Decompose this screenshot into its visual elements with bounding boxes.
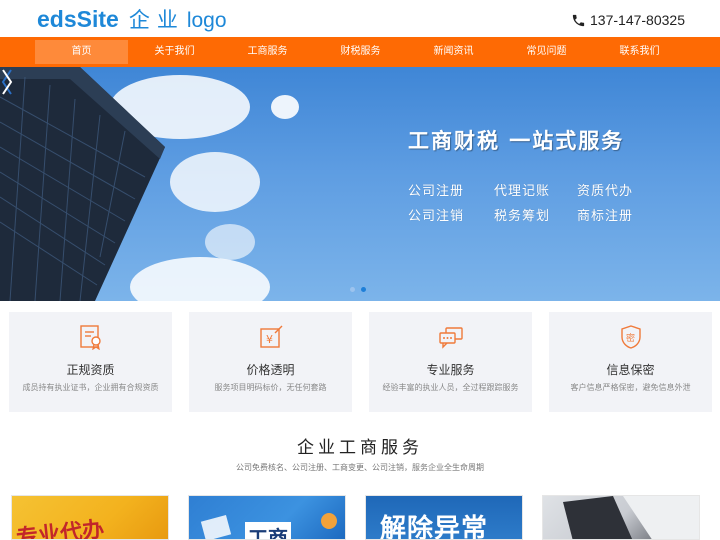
thumbnail-text: 工商 bbox=[245, 522, 291, 539]
feature-card[interactable]: 专业服务 经验丰富的执业人员，全过程跟踪服务 bbox=[369, 312, 532, 412]
svg-text:¥: ¥ bbox=[266, 333, 273, 346]
banner-item: 商标注册 bbox=[577, 209, 634, 224]
nav-item-tax[interactable]: 财税服务 bbox=[314, 40, 407, 64]
service-thumbnail[interactable]: 工商 bbox=[188, 495, 346, 540]
hero-banner: 工商财税 一站式服务 公司注册 代理记账 资质代办 公司注销 税务筹划 商标注册 bbox=[0, 67, 720, 301]
feature-title: 信息保密 bbox=[606, 363, 655, 377]
feature-desc: 经验丰富的执业人员，全过程跟踪服务 bbox=[382, 383, 519, 392]
thumbnail-text: 解除异常 bbox=[380, 514, 489, 540]
certificate-icon bbox=[80, 325, 101, 350]
logo-cn-text: 企业 bbox=[128, 8, 185, 32]
phone-icon bbox=[572, 14, 585, 26]
service-thumbnail[interactable] bbox=[542, 495, 700, 540]
banner-item: 资质代办 bbox=[577, 184, 634, 199]
main-nav: 首页 关于我们 工商服务 财税服务 新闻资讯 常见问题 联系我们 bbox=[0, 37, 720, 67]
phone-contact: 137-147-80325 bbox=[571, 12, 685, 28]
banner-title: 工商财税 一站式服务 bbox=[408, 129, 625, 153]
chevron-right-icon[interactable] bbox=[0, 67, 14, 97]
chat-service-icon bbox=[439, 327, 463, 349]
banner-item: 代理记账 bbox=[494, 184, 551, 199]
feature-cards: 正规资质 成员持有执业证书，企业拥有合规资质 ¥ 价格透明 服务项目明码标价，无… bbox=[9, 312, 712, 412]
phone-number: 137-147-80325 bbox=[590, 12, 685, 28]
banner-item: 公司注销 bbox=[408, 209, 465, 224]
service-thumbnail[interactable]: 专业代办 bbox=[11, 495, 169, 540]
logo-en-text: logo bbox=[186, 9, 227, 32]
feature-desc: 客户信息严格保密，避免信息外泄 bbox=[570, 383, 691, 392]
nav-item-business[interactable]: 工商服务 bbox=[221, 40, 314, 64]
feature-desc: 成员持有执业证书，企业拥有合规资质 bbox=[22, 383, 159, 392]
section-subtitle: 公司免费核名、公司注册、工商变更、公司注销，服务企业全生命周期 bbox=[236, 463, 484, 472]
shield-lock-icon: 密 bbox=[621, 325, 641, 349]
feature-card[interactable]: 正规资质 成员持有执业证书，企业拥有合规资质 bbox=[9, 312, 172, 412]
nav-item-contact[interactable]: 联系我们 bbox=[593, 40, 686, 64]
carousel-dots bbox=[350, 287, 366, 292]
feature-card[interactable]: ¥ 价格透明 服务项目明码标价，无任何套路 bbox=[189, 312, 352, 412]
nav-item-about[interactable]: 关于我们 bbox=[128, 40, 221, 64]
nav-item-home[interactable]: 首页 bbox=[35, 40, 128, 64]
thumbnail-text: 专业代办 bbox=[15, 517, 106, 540]
section-title: 企业工商服务 bbox=[297, 438, 423, 458]
feature-title: 价格透明 bbox=[246, 363, 295, 377]
carousel-dot-active[interactable] bbox=[361, 287, 366, 292]
feature-title: 专业服务 bbox=[426, 363, 475, 377]
service-thumbnails: 专业代办 工商 解除异常 bbox=[11, 495, 709, 540]
thumbnail-illustration bbox=[563, 496, 699, 539]
service-thumbnail[interactable]: 解除异常 bbox=[365, 495, 523, 540]
carousel-dot[interactable] bbox=[350, 287, 355, 292]
feature-title: 正规资质 bbox=[66, 363, 115, 377]
feature-desc: 服务项目明码标价，无任何套路 bbox=[214, 383, 327, 392]
feature-card[interactable]: 密 信息保密 客户信息严格保密，避免信息外泄 bbox=[549, 312, 712, 412]
svg-text:密: 密 bbox=[626, 332, 635, 344]
site-header: edsSite 企业 logo 137-147-80325 bbox=[0, 0, 720, 37]
banner-service-list: 公司注册 代理记账 资质代办 公司注销 税务筹划 商标注册 bbox=[408, 180, 658, 224]
site-logo[interactable]: edsSite 企业 logo bbox=[37, 4, 227, 34]
banner-item: 税务筹划 bbox=[494, 209, 551, 224]
logo-brand: edsSite bbox=[37, 6, 119, 32]
price-tag-icon: ¥ bbox=[260, 325, 283, 348]
banner-item: 公司注册 bbox=[408, 184, 465, 199]
nav-item-news[interactable]: 新闻资讯 bbox=[407, 40, 500, 64]
nav-item-faq[interactable]: 常见问题 bbox=[500, 40, 593, 64]
